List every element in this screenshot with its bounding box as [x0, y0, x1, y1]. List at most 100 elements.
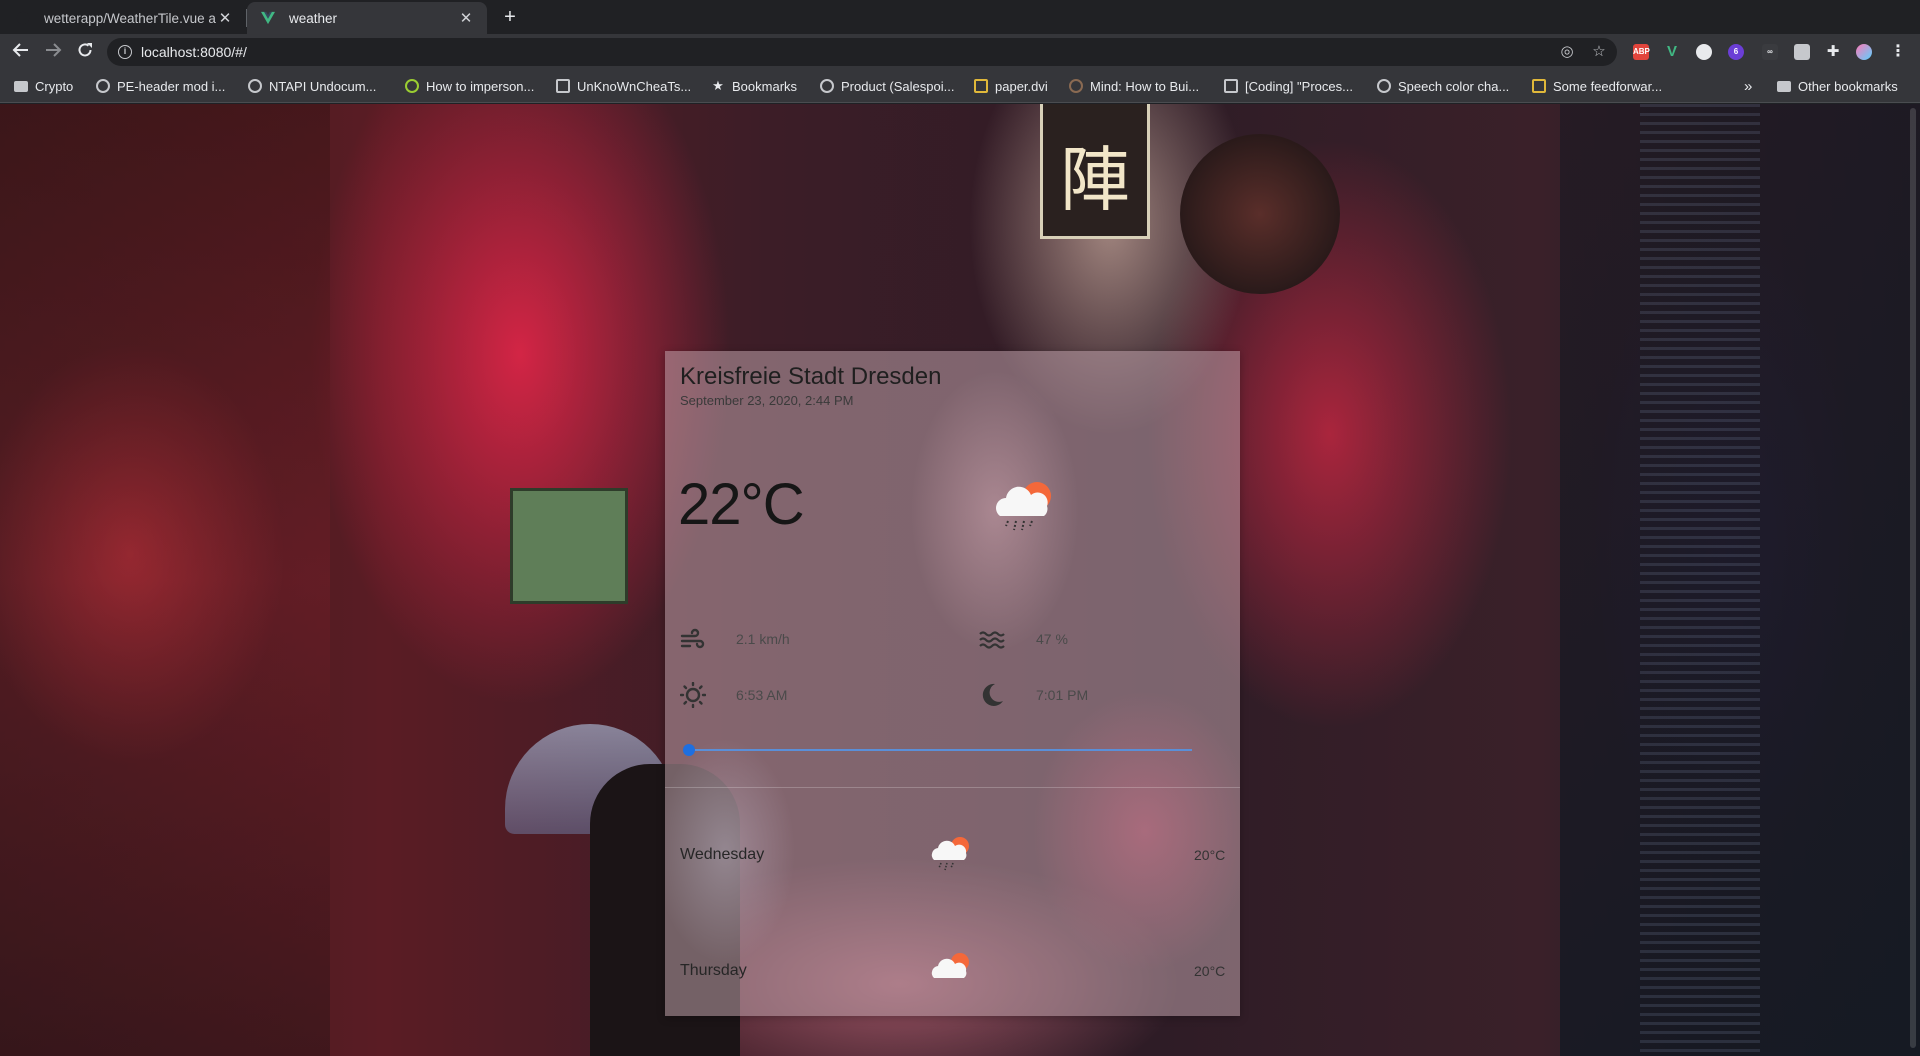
sun-icon: [680, 682, 706, 708]
tab-weather[interactable]: weather ✕: [247, 2, 487, 34]
bookmark-item[interactable]: Crypto: [14, 70, 73, 102]
address-bar[interactable]: i localhost:8080/#/ ◎ ☆: [107, 38, 1617, 66]
site-icon: [1224, 79, 1238, 93]
forecast-temperature: 20°C: [1194, 963, 1226, 979]
close-tab-icon[interactable]: ✕: [457, 9, 475, 27]
humidity-value: 47 %: [1036, 631, 1068, 647]
forecast-temperature: 20°C: [1194, 847, 1226, 863]
arrow-right-icon: [46, 43, 62, 57]
profile-avatar[interactable]: [1856, 44, 1872, 60]
background-lamp: [1180, 134, 1340, 294]
background-neon-sign: 陣: [1040, 104, 1150, 239]
humidity-waves-icon: [979, 631, 1005, 649]
bookmark-item[interactable]: Speech color cha...: [1377, 70, 1509, 102]
bookmark-item[interactable]: paper.dvi: [974, 70, 1048, 102]
other-bookmarks-folder[interactable]: Other bookmarks: [1777, 70, 1898, 102]
vue-icon: [261, 11, 275, 25]
new-tab-button[interactable]: +: [498, 5, 522, 29]
bookmark-label: UnKnoWnCheaTs...: [577, 78, 692, 94]
sunrise-time: 6:53 AM: [736, 687, 788, 703]
arrow-left-icon: [12, 43, 28, 57]
reload-button[interactable]: [74, 41, 96, 63]
wind-speed: 2.1 km/h: [736, 631, 790, 647]
page-scrollbar[interactable]: [1906, 104, 1920, 1056]
doc-icon: [974, 79, 988, 93]
current-datetime: September 23, 2020, 2:44 PM: [680, 393, 854, 408]
url-text[interactable]: localhost:8080/#/: [141, 38, 247, 66]
site-info-icon[interactable]: i: [118, 45, 132, 59]
bookmark-item[interactable]: Some feedforwar...: [1532, 70, 1662, 102]
bookmark-label: Crypto: [35, 78, 74, 94]
bookmark-label: Bookmarks: [732, 78, 798, 94]
bookmark-label: Mind: How to Bui...: [1090, 78, 1200, 94]
bookmark-label: Speech color cha...: [1398, 78, 1510, 94]
background-building-left: [0, 104, 330, 1056]
app-icon: [405, 79, 419, 93]
globe-icon: [1377, 79, 1391, 93]
bookmark-item[interactable]: UnKnoWnCheaTs...: [556, 70, 691, 102]
background-shutter: [1640, 104, 1760, 1056]
forward-button[interactable]: [42, 41, 64, 63]
scrollbar-thumb[interactable]: [1910, 108, 1916, 1048]
city-name: Kreisfreie Stadt Dresden: [680, 363, 942, 390]
bookmark-item[interactable]: ★ Bookmarks: [711, 70, 797, 102]
github-icon: [16, 11, 30, 25]
star-icon: ★: [712, 78, 724, 93]
extension-mask-icon[interactable]: ∞: [1762, 44, 1778, 60]
extension-square-icon[interactable]: [1794, 44, 1810, 60]
extension-badge-icon[interactable]: 6: [1728, 44, 1744, 60]
folder-icon: [14, 80, 28, 92]
bookmark-item[interactable]: Product (Salespoi...: [820, 70, 954, 102]
browser-tab-bar: wetterapp/WeatherTile.vue a ✕ weather ✕ …: [0, 0, 1920, 34]
weather-card: Kreisfreie Stadt Dresden September 23, 2…: [665, 351, 1240, 1016]
extension-circle-icon[interactable]: [1696, 44, 1712, 60]
globe-icon: [820, 79, 834, 93]
bookmark-label: How to imperson...: [426, 78, 535, 94]
background-pub-sign: [510, 488, 628, 604]
sunset-time: 7:01 PM: [1036, 687, 1089, 703]
bookmark-label: NTAPI Undocum...: [269, 78, 377, 94]
browser-toolbar: i localhost:8080/#/ ◎ ☆ ABP V 6 ∞ ✚ ⋮: [0, 34, 1920, 70]
forecast-day: Wednesday: [680, 846, 765, 863]
bookmark-item[interactable]: PE-header mod i...: [96, 70, 225, 102]
page-background: 陣 Kreisfreie Stadt Dresden September 23,…: [0, 104, 1920, 1056]
bookmark-label: Some feedforwar...: [1553, 78, 1663, 94]
extensions-puzzle-icon[interactable]: ✚: [1825, 44, 1841, 60]
bookmark-label: paper.dvi: [995, 78, 1048, 94]
partly-cloudy-rain-icon: [931, 837, 969, 871]
bookmark-item[interactable]: NTAPI Undocum...: [248, 70, 376, 102]
time-slider-track[interactable]: [689, 749, 1192, 751]
reload-icon: [78, 43, 92, 57]
location-icon[interactable]: ◎: [1559, 44, 1575, 60]
back-button[interactable]: [10, 41, 32, 63]
bookmark-item[interactable]: Mind: How to Bui...: [1069, 70, 1199, 102]
bookmark-label: Product (Salespoi...: [841, 78, 955, 94]
forecast-day: Thursday: [680, 962, 747, 979]
tab-weathertile-vue[interactable]: wetterapp/WeatherTile.vue a ✕: [2, 2, 246, 34]
bookmark-item[interactable]: How to imperson...: [405, 70, 534, 102]
time-slider-thumb[interactable]: [683, 744, 695, 756]
bookmark-label: Other bookmarks: [1798, 78, 1898, 94]
menu-kebab-icon[interactable]: ⋮: [1890, 44, 1906, 60]
bookmarks-overflow-button[interactable]: »: [1744, 70, 1752, 102]
doc-icon: [1532, 79, 1546, 93]
wind-icon: [680, 628, 705, 649]
globe-icon: [1069, 79, 1083, 93]
adblock-extension-icon[interactable]: ABP: [1633, 44, 1650, 60]
folder-icon: [1777, 80, 1791, 92]
bookmarks-bar: Crypto PE-header mod i... NTAPI Undocum.…: [0, 70, 1920, 103]
current-temperature: 22°C: [678, 472, 805, 537]
card-divider: [665, 787, 1240, 788]
partly-cloudy-icon: [931, 953, 969, 978]
tab-title: weather: [289, 10, 338, 26]
bookmark-item[interactable]: [Coding] "Proces...: [1224, 70, 1353, 102]
globe-icon: [96, 79, 110, 93]
tab-title: wetterapp/WeatherTile.vue a: [44, 10, 216, 26]
globe-icon: [248, 79, 262, 93]
close-tab-icon[interactable]: ✕: [216, 9, 234, 27]
vue-devtools-extension-icon[interactable]: V: [1664, 44, 1680, 60]
bookmark-label: [Coding] "Proces...: [1245, 78, 1353, 94]
bookmark-label: PE-header mod i...: [117, 78, 226, 94]
bookmark-star-icon[interactable]: ☆: [1591, 44, 1607, 60]
partly-cloudy-rain-icon: [996, 482, 1051, 531]
